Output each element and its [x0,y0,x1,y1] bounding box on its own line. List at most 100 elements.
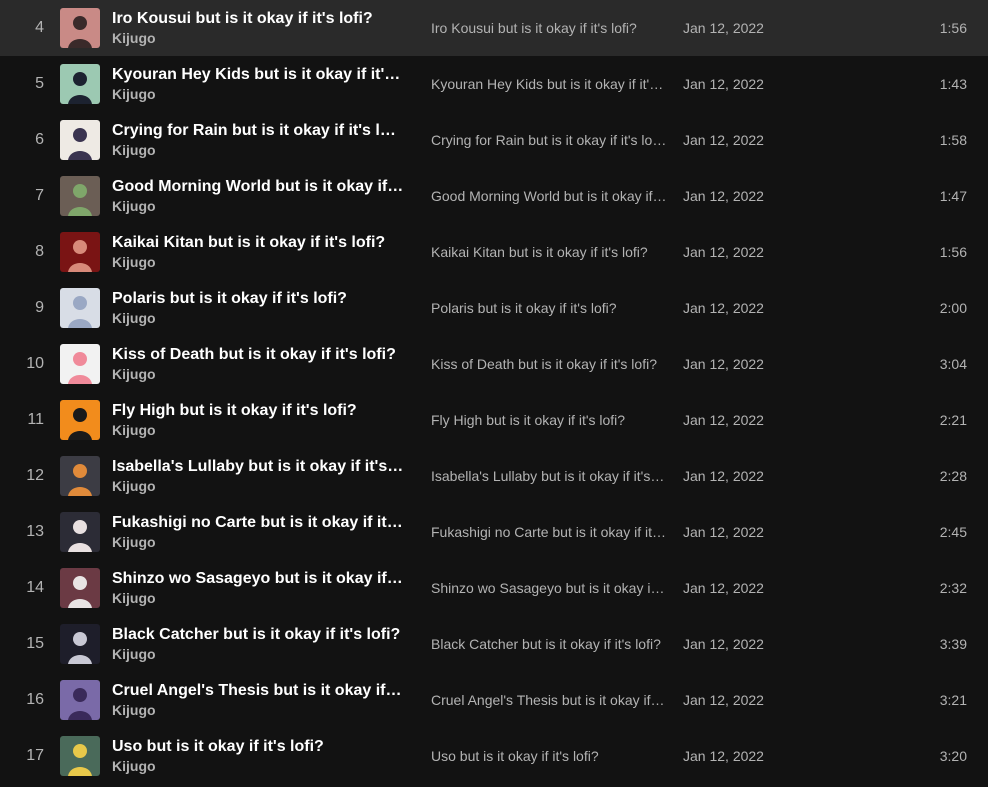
track-row[interactable]: 4 Iro Kousui but is it okay if it's lofi?… [0,0,988,56]
track-row[interactable]: 8 Kaikai Kitan but is it okay if it's lof… [0,224,988,280]
album-cover [60,64,100,104]
track-album[interactable]: Good Morning World but is it okay if it'… [431,188,667,204]
track-title[interactable]: Kiss of Death but is it okay if it's lof… [112,345,404,365]
track-artist[interactable]: Kijugo [112,309,404,327]
track-title[interactable]: Iro Kousui but is it okay if it's lofi? [112,9,404,29]
track-title-block: Cruel Angel's Thesis but is it okay if i… [112,681,404,719]
track-artist[interactable]: Kijugo [112,533,404,551]
track-row[interactable]: 11 Fly High but is it okay if it's lofi? K… [0,392,988,448]
track-number: 10 [26,355,44,372]
track-date-added: Jan 12, 2022 [683,76,764,92]
track-title-block: Iro Kousui but is it okay if it's lofi? K… [112,9,404,47]
track-album[interactable]: Kiss of Death but is it okay if it's lof… [431,356,667,372]
track-title[interactable]: Good Morning World but is it okay if it'… [112,177,404,197]
track-row[interactable]: 7 Good Morning World but is it okay if it… [0,168,988,224]
track-duration: 3:20 [939,748,967,764]
track-album[interactable]: Fly High but is it okay if it's lofi? [431,412,667,428]
track-artist[interactable]: Kijugo [112,197,404,215]
track-row[interactable]: 9 Polaris but is it okay if it's lofi? Kij… [0,280,988,336]
track-row[interactable]: 16 Cruel Angel's Thesis but is it okay if… [0,672,988,728]
track-title-block: Black Catcher but is it okay if it's lof… [112,625,404,663]
track-date-added: Jan 12, 2022 [683,692,764,708]
track-title[interactable]: Fly High but is it okay if it's lofi? [112,401,404,421]
track-title-block: Kaikai Kitan but is it okay if it's lofi… [112,233,404,271]
track-artist[interactable]: Kijugo [112,365,404,383]
track-title[interactable]: Kaikai Kitan but is it okay if it's lofi… [112,233,404,253]
track-artist[interactable]: Kijugo [112,253,404,271]
track-date-added: Jan 12, 2022 [683,580,764,596]
track-number: 15 [26,635,44,652]
album-cover [60,624,100,664]
track-date-added: Jan 12, 2022 [683,20,764,36]
track-duration: 2:21 [939,412,967,428]
track-title[interactable]: Cruel Angel's Thesis but is it okay if i… [112,681,404,701]
track-album[interactable]: Uso but is it okay if it's lofi? [431,748,667,764]
track-album[interactable]: Isabella's Lullaby but is it okay if it'… [431,468,667,484]
track-title[interactable]: Black Catcher but is it okay if it's lof… [112,625,404,645]
track-artist[interactable]: Kijugo [112,477,404,495]
track-album[interactable]: Kyouran Hey Kids but is it okay if it's … [431,76,667,92]
track-title[interactable]: Crying for Rain but is it okay if it's l… [112,121,404,141]
track-date-added: Jan 12, 2022 [683,412,764,428]
track-number: 12 [26,467,44,484]
track-artist[interactable]: Kijugo [112,29,404,47]
track-album[interactable]: Cruel Angel's Thesis but is it okay if i… [431,692,667,708]
track-title[interactable]: Shinzo wo Sasageyo but is it okay if it'… [112,569,404,589]
track-date-added: Jan 12, 2022 [683,300,764,316]
track-artist[interactable]: Kijugo [112,701,404,719]
track-artist[interactable]: Kijugo [112,421,404,439]
track-row[interactable]: 10 Kiss of Death but is it okay if it's l… [0,336,988,392]
track-album[interactable]: Kaikai Kitan but is it okay if it's lofi… [431,244,667,260]
track-title-block: Kiss of Death but is it okay if it's lof… [112,345,404,383]
track-date-added: Jan 12, 2022 [683,356,764,372]
track-row[interactable]: 14 Shinzo wo Sasageyo but is it okay if i… [0,560,988,616]
track-title-block: Crying for Rain but is it okay if it's l… [112,121,404,159]
track-title-block: Uso but is it okay if it's lofi? Kijugo [112,737,404,775]
album-cover [60,288,100,328]
track-title-block: Isabella's Lullaby but is it okay if it'… [112,457,404,495]
track-artist[interactable]: Kijugo [112,645,404,663]
track-row[interactable]: 13 Fukashigi no Carte but is it okay if i… [0,504,988,560]
track-date-added: Jan 12, 2022 [683,524,764,540]
track-title[interactable]: Uso but is it okay if it's lofi? [112,737,404,757]
track-row[interactable]: 5 Kyouran Hey Kids but is it okay if it's… [0,56,988,112]
album-cover [60,400,100,440]
track-title[interactable]: Polaris but is it okay if it's lofi? [112,289,404,309]
track-duration: 1:56 [939,244,967,260]
track-number: 17 [26,747,44,764]
track-row[interactable]: 6 Crying for Rain but is it okay if it's … [0,112,988,168]
track-title-block: Fukashigi no Carte but is it okay if it'… [112,513,404,551]
track-title[interactable]: Kyouran Hey Kids but is it okay if it's … [112,65,404,85]
track-row[interactable]: 15 Black Catcher but is it okay if it's l… [0,616,988,672]
track-date-added: Jan 12, 2022 [683,132,764,148]
album-cover [60,568,100,608]
track-album[interactable]: Fukashigi no Carte but is it okay if it'… [431,524,667,540]
track-duration: 3:21 [939,692,967,708]
track-date-added: Jan 12, 2022 [683,188,764,204]
album-cover [60,120,100,160]
track-album[interactable]: Black Catcher but is it okay if it's lof… [431,636,667,652]
track-number: 14 [26,579,44,596]
track-artist[interactable]: Kijugo [112,589,404,607]
track-row[interactable]: 17 Uso but is it okay if it's lofi? Kijugo… [0,728,988,784]
track-artist[interactable]: Kijugo [112,141,404,159]
track-title-block: Fly High but is it okay if it's lofi? Kij… [112,401,404,439]
track-album[interactable]: Shinzo wo Sasageyo but is it okay if it'… [431,580,667,596]
track-title-block: Polaris but is it okay if it's lofi? Kiju… [112,289,404,327]
track-duration: 2:28 [939,468,967,484]
album-cover [60,232,100,272]
album-cover [60,456,100,496]
track-album[interactable]: Crying for Rain but is it okay if it's l… [431,132,667,148]
track-row[interactable]: 12 Isabella's Lullaby but is it okay if i… [0,448,988,504]
track-album[interactable]: Polaris but is it okay if it's lofi? [431,300,667,316]
track-duration: 2:32 [939,580,967,596]
track-artist[interactable]: Kijugo [112,85,404,103]
album-cover [60,512,100,552]
track-number: 4 [35,19,44,36]
track-number: 11 [27,411,44,428]
track-title[interactable]: Isabella's Lullaby but is it okay if it'… [112,457,404,477]
track-duration: 2:45 [939,524,967,540]
track-title[interactable]: Fukashigi no Carte but is it okay if it'… [112,513,404,533]
track-album[interactable]: Iro Kousui but is it okay if it's lofi? [431,20,667,36]
track-artist[interactable]: Kijugo [112,757,404,775]
